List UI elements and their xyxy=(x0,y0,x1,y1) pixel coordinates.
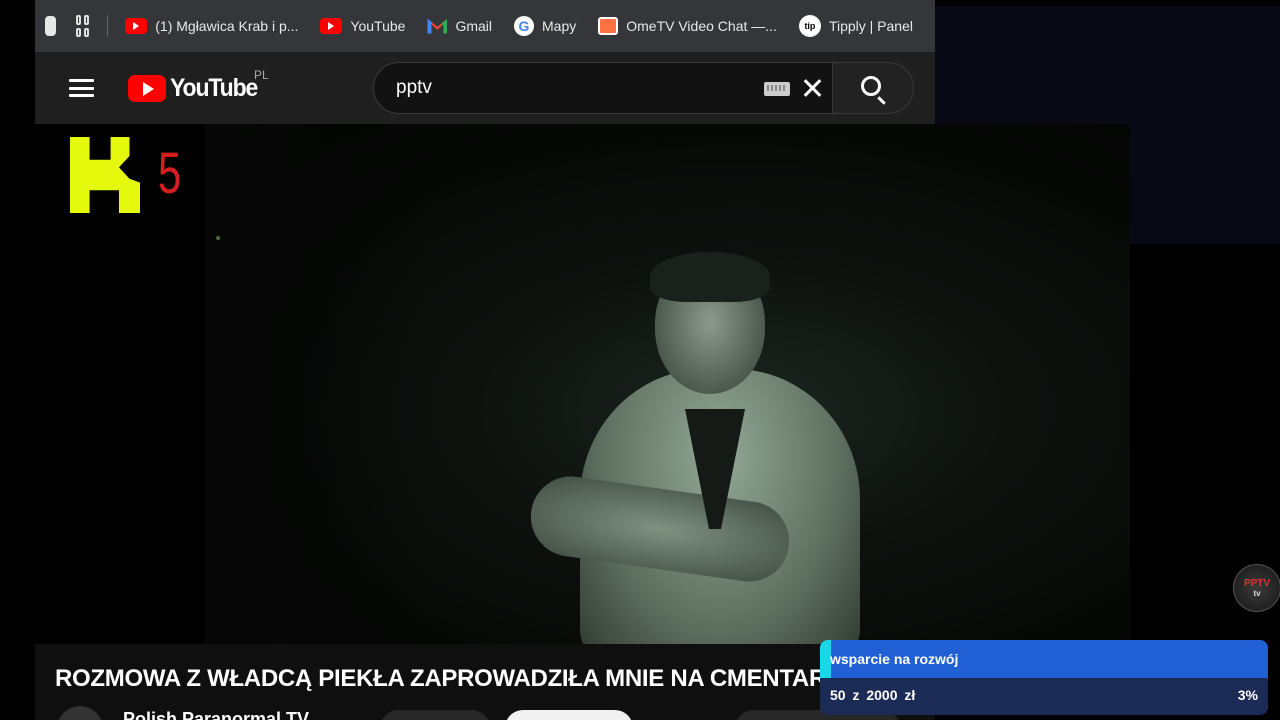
tipply-icon: tip xyxy=(798,15,821,37)
k5-digit: 5 xyxy=(158,141,182,206)
video-title: ROZMOWA Z WŁADCĄ PIEKŁA ZAPROWADZIŁA MNI… xyxy=(55,665,860,692)
tab-square-icon[interactable] xyxy=(45,16,57,36)
video-person-hair xyxy=(650,252,770,302)
google-icon: G xyxy=(514,16,534,36)
join-button[interactable] xyxy=(505,710,633,720)
search-button[interactable] xyxy=(832,62,914,114)
avatar[interactable] xyxy=(57,706,103,720)
keyboard-icon[interactable] xyxy=(764,82,790,96)
video-player[interactable] xyxy=(205,124,1130,644)
youtube-icon xyxy=(320,18,343,34)
goal-percent: 3% xyxy=(1237,687,1258,703)
channel-watermark: PPTV tv xyxy=(1233,564,1280,612)
bookmark-gmail[interactable]: Gmail xyxy=(427,18,492,34)
close-icon[interactable] xyxy=(799,75,825,101)
youtube-logo[interactable]: YouTube xyxy=(128,74,265,103)
goal-header: wsparcie na rozwój xyxy=(820,640,1268,678)
bookmarks-divider xyxy=(106,15,108,37)
youtube-icon xyxy=(125,18,148,34)
bookmarks-bar: (1) Mgławica Krab i p... YouTube Gmail G… xyxy=(35,0,935,52)
youtube-logo-text: YouTube xyxy=(170,74,258,102)
subscribe-button[interactable] xyxy=(380,710,490,720)
bookmark-mglawica[interactable]: (1) Mgławica Krab i p... xyxy=(125,18,298,34)
goal-title: wsparcie na rozwój xyxy=(830,651,959,667)
bookmark-ometv[interactable]: OmeTV Video Chat —... xyxy=(598,17,777,35)
apps-grid-icon[interactable] xyxy=(76,15,89,37)
bookmark-tipply[interactable]: tip Tipply | Panel xyxy=(798,15,913,37)
menu-icon[interactable] xyxy=(69,79,94,97)
search-query[interactable]: pptv xyxy=(396,77,432,99)
goal-body: 50 z 2000 zł 3% xyxy=(820,678,1268,715)
search-input[interactable]: pptv xyxy=(373,62,833,114)
youtube-header: YouTube PL pptv xyxy=(35,52,935,124)
search-icon xyxy=(861,76,881,96)
k5-logo: 5 xyxy=(70,137,195,217)
ometv-icon xyxy=(598,17,619,35)
bookmark-youtube[interactable]: YouTube xyxy=(320,18,405,34)
youtube-logo-icon xyxy=(128,75,166,102)
video-dust-dot xyxy=(216,236,220,240)
k5-letter xyxy=(70,137,140,213)
donation-goal-widget: wsparcie na rozwój 50 z 2000 zł 3% xyxy=(820,640,1268,715)
gmail-icon xyxy=(427,18,448,34)
bookmark-mapy[interactable]: G Mapy xyxy=(514,16,576,36)
video-info: ROZMOWA Z WŁADCĄ PIEKŁA ZAPROWADZIŁA MNI… xyxy=(35,644,935,720)
country-code: PL xyxy=(254,68,269,82)
goal-amount: 50 z 2000 zł xyxy=(830,687,916,703)
channel-name[interactable]: Polish Paranormal TV xyxy=(123,709,309,720)
